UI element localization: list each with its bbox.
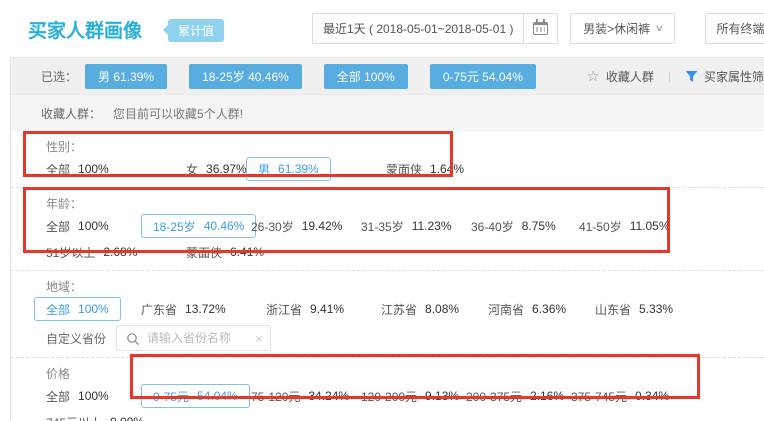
section-price-label: 价格: [46, 366, 764, 382]
main-panel: 已选： 男 61.39% 18-25岁 40.46% 全部 100% 0-75元…: [10, 57, 764, 421]
buyer-attribute-filter-button[interactable]: 买家属性筛选: [704, 68, 764, 85]
section-region-label: 地域：: [46, 279, 764, 295]
section-region: 地域： 全部100% 广东省13.72% 浙江省9.41% 江苏省8.08% 河…: [11, 270, 764, 357]
region-option-zhejiang[interactable]: 浙江省9.41%: [266, 297, 381, 321]
selected-label: 已选：: [41, 68, 77, 85]
page-title: 买家人群画像: [28, 16, 142, 43]
region-options-row: 全部100% 广东省13.72% 浙江省9.41% 江苏省8.08% 河南省6.…: [46, 297, 764, 321]
custom-province-row: 自定义省份 ×: [46, 325, 764, 351]
section-age: 年龄： 全部100% 18-25岁40.46% 26-30岁19.42% 31-…: [11, 187, 764, 270]
gender-option-male-selected[interactable]: 男61.39%: [258, 157, 386, 181]
price-option-200-375[interactable]: 200-375元2.16%: [466, 384, 571, 408]
filter-icon: [685, 70, 698, 83]
region-option-all-selected[interactable]: 全部100%: [46, 297, 141, 321]
terminal-dropdown-label: 所有终端: [716, 20, 764, 37]
favorite-crowd-label: 收藏人群：: [41, 105, 101, 122]
age-option-18-25-selected[interactable]: 18-25岁40.46%: [153, 214, 251, 238]
cumulative-value-badge: 累计值: [168, 19, 224, 42]
price-options-row-2: 745元以上0.09%: [46, 410, 764, 421]
age-option-26-30[interactable]: 26-30岁19.42%: [251, 214, 361, 238]
region-option-shandong[interactable]: 山东省5.33%: [595, 297, 673, 321]
age-option-31-35[interactable]: 31-35岁11.23%: [361, 214, 471, 238]
favorite-crowd-message: 您目前可以收藏5个人群!: [113, 105, 243, 122]
calendar-icon: [533, 22, 548, 35]
age-option-masked[interactable]: 蒙面侠6.41%: [186, 240, 264, 264]
age-option-all[interactable]: 全部100%: [46, 214, 153, 238]
selected-tag-gender[interactable]: 男 61.39%: [85, 64, 167, 89]
chevron-down-icon: ∨: [655, 23, 664, 34]
price-option-375-745[interactable]: 375-745元0.34%: [571, 384, 669, 408]
section-gender-label: 性别：: [46, 139, 764, 155]
price-option-75-120[interactable]: 75-120元34.24%: [251, 384, 361, 408]
custom-province-label: 自定义省份: [46, 330, 106, 347]
selected-filters-bar: 已选： 男 61.39% 18-25岁 40.46% 全部 100% 0-75元…: [11, 58, 764, 95]
header-controls: 最近1天 ( 2018-05-01~2018-05-01 ) 男装>休闲裤 ∨ …: [312, 13, 764, 44]
terminal-dropdown[interactable]: 所有终端 ∨: [705, 13, 764, 44]
category-dropdown[interactable]: 男装>休闲裤 ∨: [570, 13, 675, 44]
selected-tag-age[interactable]: 18-25岁 40.46%: [189, 64, 302, 89]
gender-options-row: 全部100% 女36.97% 男61.39% 蒙面侠1.64%: [46, 157, 764, 181]
vertical-divider: |: [668, 69, 671, 83]
gender-option-masked[interactable]: 蒙面侠1.64%: [386, 157, 464, 181]
calendar-button[interactable]: [523, 14, 557, 43]
region-option-henan[interactable]: 河南省6.36%: [488, 297, 595, 321]
price-options-row-1: 全部100% 0-75元54.04% 75-120元34.24% 120-200…: [46, 384, 764, 408]
page-header: 买家人群画像 累计值 最近1天 ( 2018-05-01~2018-05-01 …: [0, 0, 764, 57]
section-gender: 性别： 全部100% 女36.97% 男61.39% 蒙面侠1.64%: [11, 131, 764, 187]
price-option-0-75-selected[interactable]: 0-75元54.04%: [153, 384, 251, 408]
gender-option-all[interactable]: 全部100%: [46, 157, 186, 181]
clear-icon[interactable]: ×: [255, 331, 263, 346]
price-option-120-200[interactable]: 120-200元9.13%: [361, 384, 466, 408]
age-option-51-plus[interactable]: 51岁以上2.68%: [46, 240, 186, 264]
age-option-36-40[interactable]: 36-40岁8.75%: [471, 214, 579, 238]
section-price: 价格 全部100% 0-75元54.04% 75-120元34.24% 120-…: [11, 357, 764, 421]
date-range-picker[interactable]: 最近1天 ( 2018-05-01~2018-05-01 ): [312, 13, 558, 44]
province-search-box: ×: [116, 325, 271, 351]
favorite-crowd-button[interactable]: 收藏人群: [606, 68, 654, 85]
price-option-all[interactable]: 全部100%: [46, 384, 153, 408]
age-options-row-2: 51岁以上2.68% 蒙面侠6.41%: [46, 240, 764, 264]
age-option-41-50[interactable]: 41-50岁11.05%: [579, 214, 670, 238]
date-range-label: 最近1天 ( 2018-05-01~2018-05-01 ): [313, 20, 523, 37]
buyer-demographics-page: 买家人群画像 累计值 最近1天 ( 2018-05-01~2018-05-01 …: [0, 0, 764, 421]
category-dropdown-label: 男装>休闲裤: [583, 20, 650, 37]
selected-tag-region[interactable]: 全部 100%: [324, 64, 408, 89]
bar-actions: ☆ 收藏人群 | 买家属性筛选: [586, 67, 764, 85]
price-option-745-plus[interactable]: 745元以上0.09%: [46, 410, 144, 421]
star-icon: ☆: [586, 67, 599, 85]
selected-tag-price[interactable]: 0-75元 54.04%: [430, 64, 536, 89]
region-option-jiangsu[interactable]: 江苏省8.08%: [381, 297, 488, 321]
section-age-label: 年龄：: [46, 196, 764, 212]
favorite-crowd-row: 收藏人群： 您目前可以收藏5个人群!: [11, 95, 764, 131]
search-icon: [126, 332, 140, 349]
age-options-row-1: 全部100% 18-25岁40.46% 26-30岁19.42% 31-35岁1…: [46, 214, 764, 238]
region-option-guangdong[interactable]: 广东省13.72%: [141, 297, 266, 321]
